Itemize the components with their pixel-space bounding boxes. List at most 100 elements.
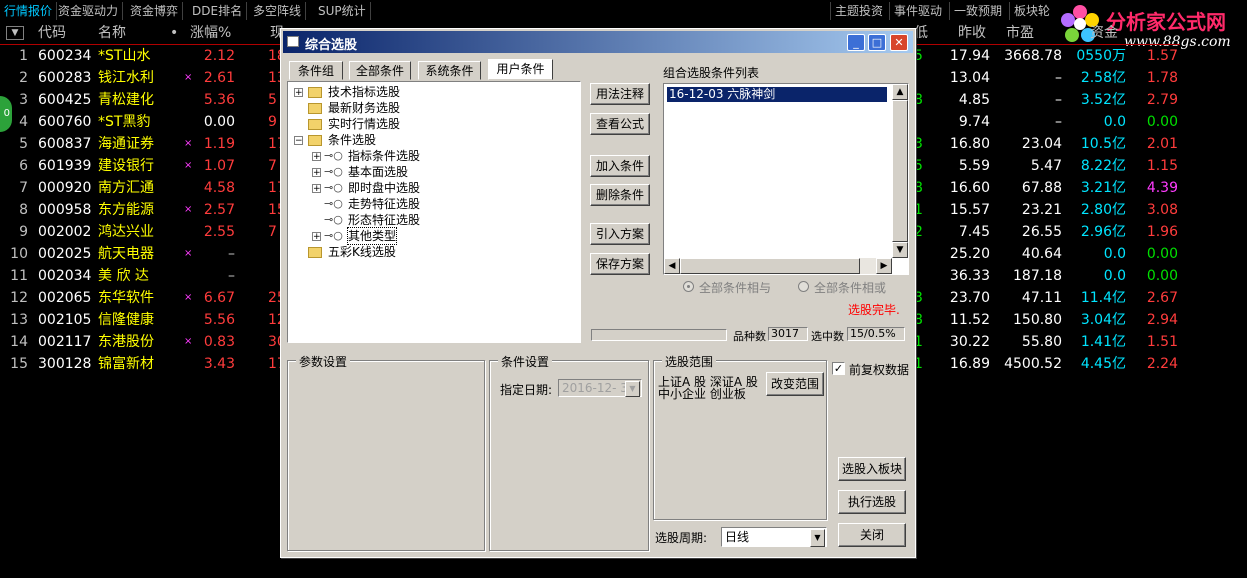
stock-code: 600425 — [38, 92, 92, 108]
tree-item-condition[interactable]: 条件选股 — [328, 132, 376, 148]
row-index: 1 — [19, 48, 28, 64]
collapse-icon[interactable]: − — [294, 136, 303, 146]
tab-system-conditions[interactable]: 系统条件 — [418, 61, 481, 80]
close-button[interactable]: 关闭 — [838, 523, 906, 547]
radio-or[interactable] — [798, 281, 809, 292]
add-to-block-button[interactable]: 选股入板块 — [838, 457, 906, 481]
selected-value: 15/0.5% — [847, 327, 905, 341]
expand-icon[interactable]: + — [312, 168, 321, 178]
key-icon: ⊸○ — [324, 197, 343, 210]
condition-list[interactable]: 16-12-03 六脉神剑 ▲ ▼ ◀ ▶ — [663, 83, 909, 275]
tree-item-intraday[interactable]: 即时盘中选股 — [348, 180, 420, 196]
header-pct[interactable]: 涨幅% — [190, 22, 231, 44]
header-prev-close[interactable]: 昨收 — [958, 22, 986, 44]
tree-item-realtime[interactable]: 实时行情选股 — [328, 116, 400, 132]
pe-ratio: – — [1055, 92, 1062, 108]
tab-theme-invest[interactable]: 主题投资 — [830, 2, 887, 20]
tab-all-conditions[interactable]: 全部条件 — [349, 61, 411, 80]
last-col: 1.78 — [1146, 70, 1178, 86]
date-dropdown-icon[interactable]: ▼ — [625, 381, 640, 397]
column-dropdown-button[interactable]: ▼ — [6, 26, 24, 40]
tab-sup-stats[interactable]: SUP统计 — [314, 2, 371, 20]
fund-flow: 3.21亿 — [1080, 180, 1126, 196]
stock-code: 000920 — [38, 180, 92, 196]
restore-checkbox[interactable]: ✓ — [832, 362, 845, 375]
period-dropdown-icon[interactable]: ▼ — [810, 529, 825, 547]
header-code[interactable]: 代码 — [38, 22, 66, 44]
tab-condition-group[interactable]: 条件组 — [289, 61, 343, 80]
hscroll-thumb[interactable] — [680, 258, 860, 274]
change-pct: 3.43 — [203, 356, 235, 372]
dialog-titlebar[interactable]: 综合选股 _ □ ✕ — [283, 31, 913, 53]
change-pct: 0.83 — [203, 334, 235, 350]
tree-item-candle[interactable]: 五彩K线选股 — [328, 244, 396, 260]
tree-item-fundamental[interactable]: 基本面选股 — [348, 164, 408, 180]
execute-screen-button[interactable]: 执行选股 — [838, 490, 906, 514]
import-plan-button[interactable]: 引入方案 — [590, 223, 650, 245]
header-name[interactable]: 名称 — [98, 22, 126, 44]
margin-mark: × — [184, 72, 193, 83]
tab-quotes[interactable]: 行情报价 — [0, 2, 58, 20]
tab-fund-game[interactable]: 资金博弈 — [126, 2, 184, 20]
tab-sector-rotation[interactable]: 板块轮 — [1009, 2, 1054, 20]
tab-consensus[interactable]: 一致预期 — [949, 2, 1006, 20]
condition-tree[interactable]: + 技术指标选股 最新财务选股 实时行情选股 − 条件选股 + ⊸○ 指标条件选… — [287, 81, 581, 343]
expand-icon[interactable]: + — [294, 88, 303, 98]
scroll-up-icon[interactable]: ▲ — [892, 84, 908, 100]
vertical-scrollbar[interactable]: ▲ ▼ — [892, 84, 908, 258]
radio-and[interactable] — [683, 281, 694, 292]
tree-item-other[interactable]: 其他类型 — [347, 227, 398, 245]
header-pe[interactable]: 市盈 — [1006, 22, 1034, 44]
save-plan-button[interactable]: 保存方案 — [590, 253, 650, 275]
delete-condition-button[interactable]: 删除条件 — [590, 184, 650, 206]
period-select[interactable]: 日线 ▼ — [721, 527, 827, 547]
scroll-thumb[interactable] — [892, 100, 908, 242]
price-partial: 5 — [268, 92, 277, 108]
view-formula-button[interactable]: 查看公式 — [590, 113, 650, 135]
expand-icon[interactable]: + — [312, 184, 321, 194]
stock-name: 建设银行 — [98, 158, 154, 174]
pe-ratio: 23.21 — [1021, 202, 1062, 218]
tree-item-pattern[interactable]: 形态特征选股 — [348, 212, 420, 228]
progress-bar — [591, 329, 727, 341]
date-picker[interactable]: 2016-12- 3 ▼ — [558, 379, 642, 397]
horizontal-scrollbar[interactable]: ◀ ▶ — [664, 258, 892, 274]
change-range-button[interactable]: 改变范围 — [766, 372, 824, 396]
tab-dde-rank[interactable]: DDE排名 — [188, 2, 248, 20]
restore-label: 前复权数据 — [849, 363, 910, 377]
scroll-right-icon[interactable]: ▶ — [876, 258, 892, 274]
tab-user-conditions[interactable]: 用户条件 — [488, 59, 553, 80]
tree-item-trend[interactable]: 走势特征选股 — [348, 196, 420, 212]
row-index: 10 — [10, 246, 28, 262]
fund-flow: 2.80亿 — [1080, 202, 1126, 218]
tab-long-short[interactable]: 多空阵线 — [249, 2, 307, 20]
maximize-icon[interactable]: □ — [868, 34, 886, 51]
condition-list-item[interactable]: 16-12-03 六脉神剑 — [667, 87, 887, 102]
tab-event-drive[interactable]: 事件驱动 — [889, 2, 946, 20]
change-pct: 2.55 — [203, 224, 235, 240]
prev-close: 16.89 — [949, 356, 990, 372]
scroll-down-icon[interactable]: ▼ — [892, 242, 908, 258]
tree-item-finance[interactable]: 最新财务选股 — [328, 100, 400, 116]
prev-close: 25.20 — [949, 246, 990, 262]
site-logo: 分析家公式网 www.88gs.com — [1050, 0, 1247, 50]
stock-name: 东港股份 — [98, 334, 154, 350]
minimize-icon[interactable]: _ — [847, 34, 865, 51]
header-low[interactable]: 低 — [914, 22, 928, 44]
expand-icon[interactable]: + — [312, 232, 321, 242]
close-icon[interactable]: ✕ — [890, 34, 908, 51]
stock-code: 002117 — [38, 334, 92, 350]
tab-fund-drive[interactable]: 资金驱动力 — [54, 2, 124, 20]
last-col: 1.51 — [1146, 334, 1178, 350]
tree-item-indicator[interactable]: 指标条件选股 — [348, 148, 420, 164]
usage-notes-button[interactable]: 用法注释 — [590, 83, 650, 105]
last-col: 3.08 — [1146, 202, 1178, 218]
add-condition-button[interactable]: 加入条件 — [590, 155, 650, 177]
tree-item-tech[interactable]: 技术指标选股 — [328, 84, 400, 100]
scroll-left-icon[interactable]: ◀ — [664, 258, 680, 274]
margin-mark: × — [184, 204, 193, 215]
expand-icon[interactable]: + — [312, 152, 321, 162]
last-col: 1.96 — [1146, 224, 1178, 240]
pe-ratio: – — [1055, 114, 1062, 130]
header-fund[interactable]: 资金 — [1090, 22, 1118, 44]
